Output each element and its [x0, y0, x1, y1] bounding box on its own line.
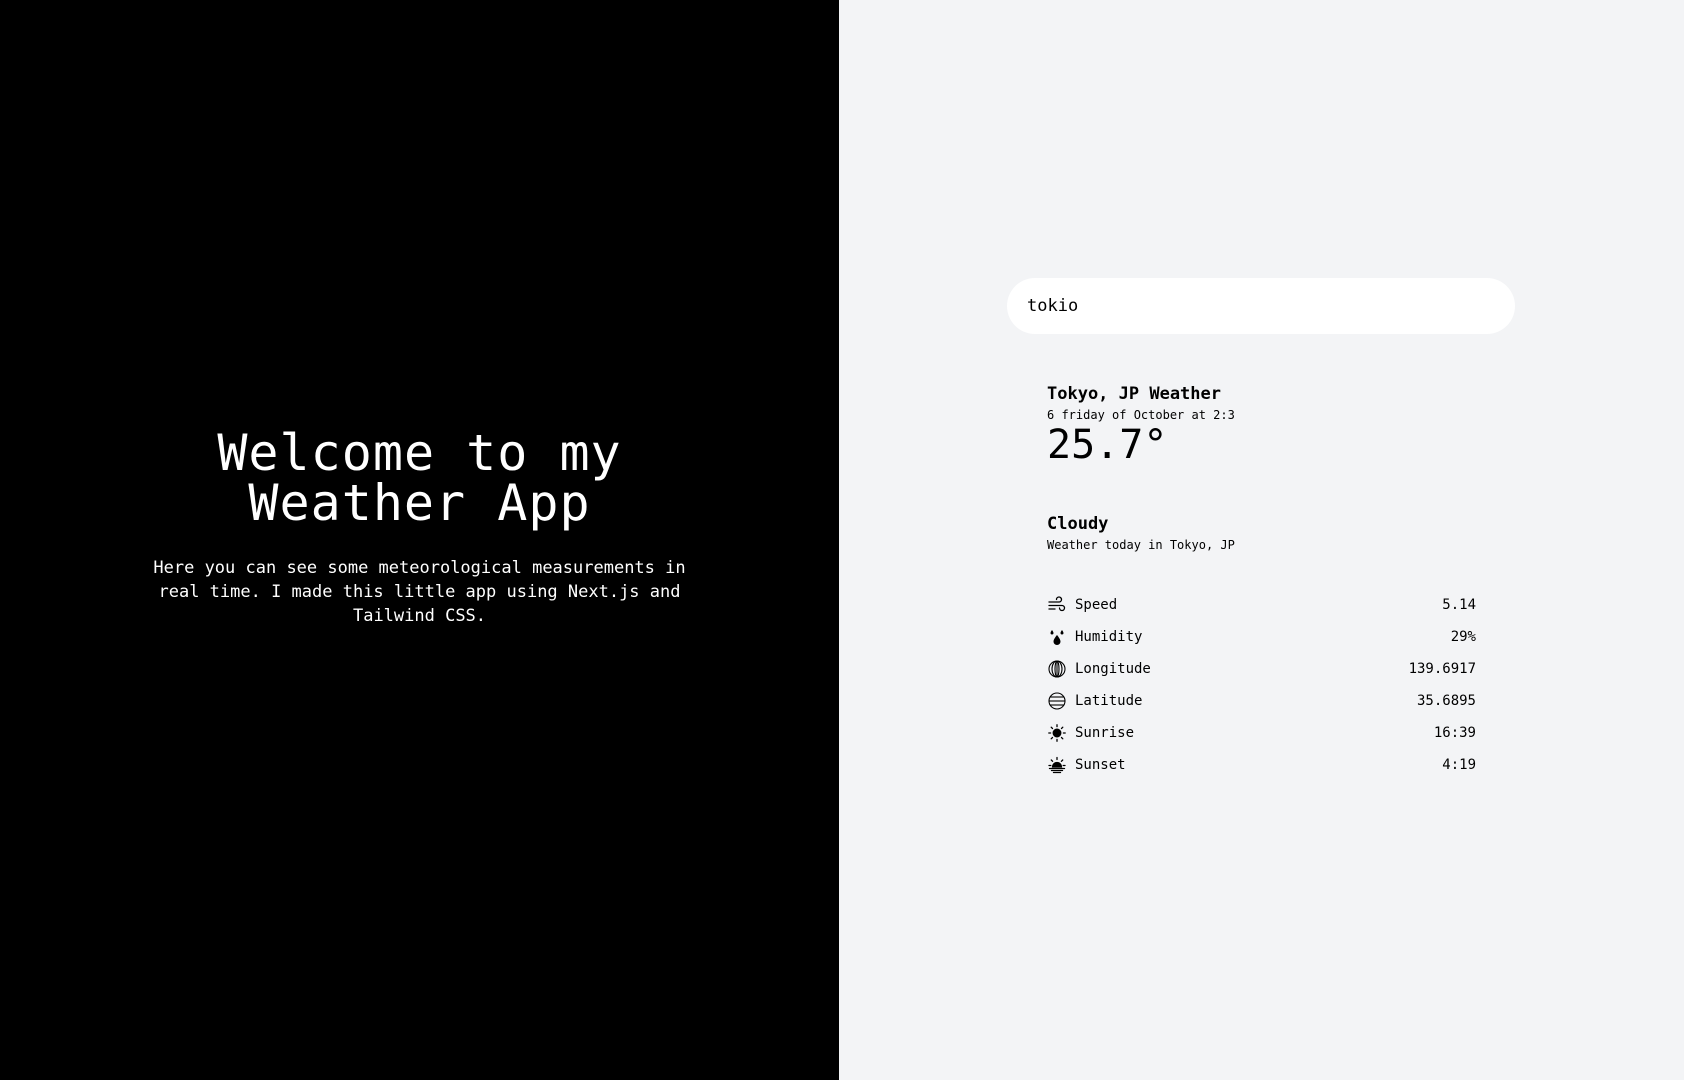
hero-title: Welcome to my Weather App [217, 424, 622, 532]
stat-row-longitude: Longitude 139.6917 [1047, 653, 1476, 685]
stat-value: 4:19 [1442, 757, 1476, 773]
stat-value: 35.6895 [1416, 693, 1476, 709]
date-text: 6 friday of October at 2:3 [1047, 408, 1235, 422]
stat-value: 5.14 [1442, 597, 1476, 613]
hero-description: Here you can see some meteorological mea… [153, 558, 686, 626]
weather-card: Tokyo, JP Weather 6 friday of October at… [1047, 383, 1476, 781]
condition-title: Cloudy [1047, 514, 1109, 534]
stat-label: Speed [1075, 597, 1118, 613]
humidity-icon [1047, 627, 1067, 647]
stat-row-sunset: Sunset 4:19 [1047, 749, 1476, 781]
search-box[interactable] [1007, 278, 1515, 334]
longitude-globe-icon [1047, 659, 1067, 679]
stat-value: 139.6917 [1408, 661, 1476, 677]
stats-list: Speed 5.14 Humidity 29% Longitude 139.69… [1047, 589, 1476, 781]
search-input[interactable] [1025, 295, 1497, 317]
stat-value: 29% [1450, 629, 1476, 645]
stat-value: 16:39 [1433, 725, 1476, 741]
app-root: Welcome to my Weather App Here you can s… [0, 0, 1684, 1080]
stat-label: Latitude [1075, 693, 1143, 709]
sun-icon [1047, 723, 1067, 743]
latitude-globe-icon [1047, 691, 1067, 711]
temperature: 25.7° [1047, 422, 1168, 468]
stat-row-sunrise: Sunrise 16:39 [1047, 717, 1476, 749]
condition-subtitle: Weather today in Tokyo, JP [1047, 538, 1235, 552]
stat-label: Humidity [1075, 629, 1143, 645]
stat-row-humidity: Humidity 29% [1047, 621, 1476, 653]
city-title: Tokyo, JP Weather [1047, 384, 1221, 404]
weather-panel: Tokyo, JP Weather 6 friday of October at… [839, 0, 1684, 1080]
sunset-icon [1047, 755, 1067, 775]
hero: Welcome to my Weather App Here you can s… [0, 428, 839, 628]
stat-row-latitude: Latitude 35.6895 [1047, 685, 1476, 717]
hero-panel: Welcome to my Weather App Here you can s… [0, 0, 839, 1080]
stat-label: Sunset [1075, 757, 1126, 773]
stat-row-speed: Speed 5.14 [1047, 589, 1476, 621]
stat-label: Longitude [1075, 661, 1151, 677]
stat-label: Sunrise [1075, 725, 1135, 741]
wind-icon [1047, 595, 1067, 615]
